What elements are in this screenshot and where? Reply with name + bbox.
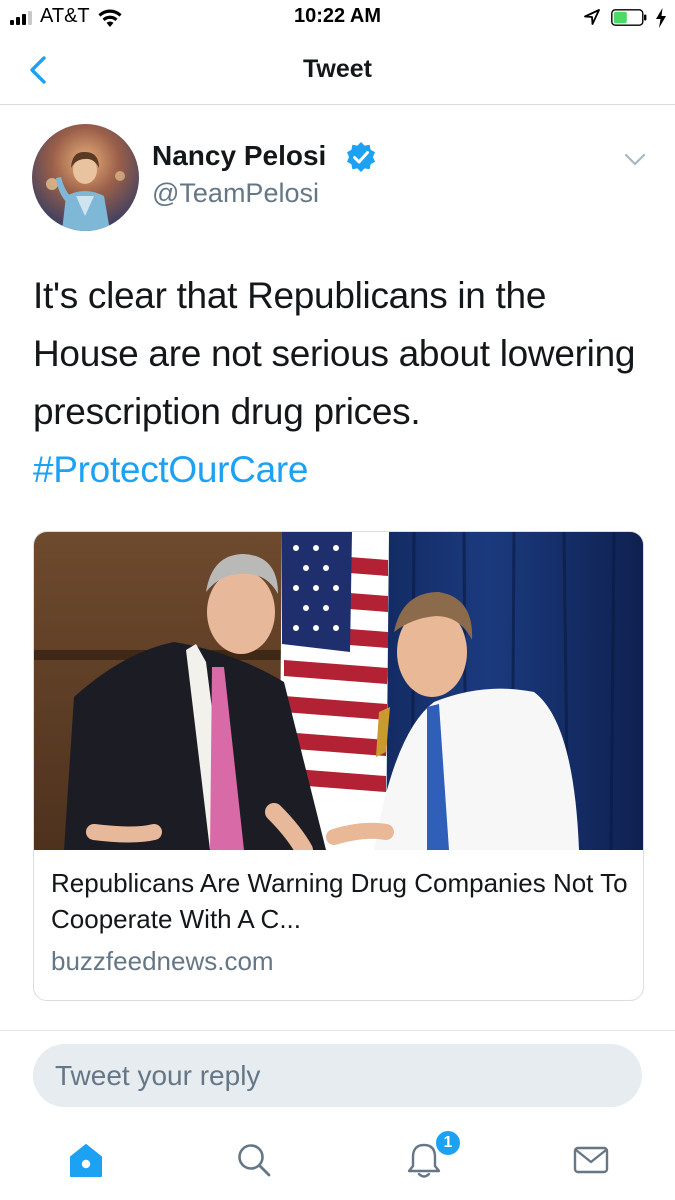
tab-bar <box>0 1120 675 1200</box>
messages-icon[interactable] <box>571 1140 611 1180</box>
home-icon[interactable] <box>66 1140 106 1180</box>
chevron-down-icon[interactable] <box>621 148 649 170</box>
search-icon[interactable] <box>234 1140 274 1180</box>
verified-badge-icon <box>347 142 375 172</box>
nav-bar: Tweet <box>0 36 675 105</box>
location-icon <box>584 9 600 25</box>
page-title: Tweet <box>303 55 372 83</box>
author-handle[interactable]: @TeamPelosi <box>152 178 319 209</box>
card-image <box>34 532 643 850</box>
battery-icon <box>611 9 647 26</box>
hashtag-link[interactable]: #ProtectOurCare <box>33 449 308 490</box>
card-domain: buzzfeednews.com <box>51 946 274 976</box>
avatar[interactable] <box>32 124 139 231</box>
card-title: Republicans Are Warning Drug Companies N… <box>51 868 628 934</box>
status-time: 10:22 AM <box>293 5 382 27</box>
divider <box>0 1030 675 1031</box>
reply-input[interactable] <box>33 1044 642 1107</box>
tweet-body: It's clear that Republicans in the House… <box>33 275 636 432</box>
link-card[interactable]: Republicans Are Warning Drug Companies N… <box>33 531 644 1001</box>
charging-icon <box>656 8 666 28</box>
tweet-text: It's clear that Republicans in the House… <box>33 267 653 499</box>
notification-badge: 1 <box>434 1129 462 1157</box>
status-bar: AT&T 10:22 AM <box>0 0 675 36</box>
author-name[interactable]: Nancy Pelosi <box>152 140 326 172</box>
